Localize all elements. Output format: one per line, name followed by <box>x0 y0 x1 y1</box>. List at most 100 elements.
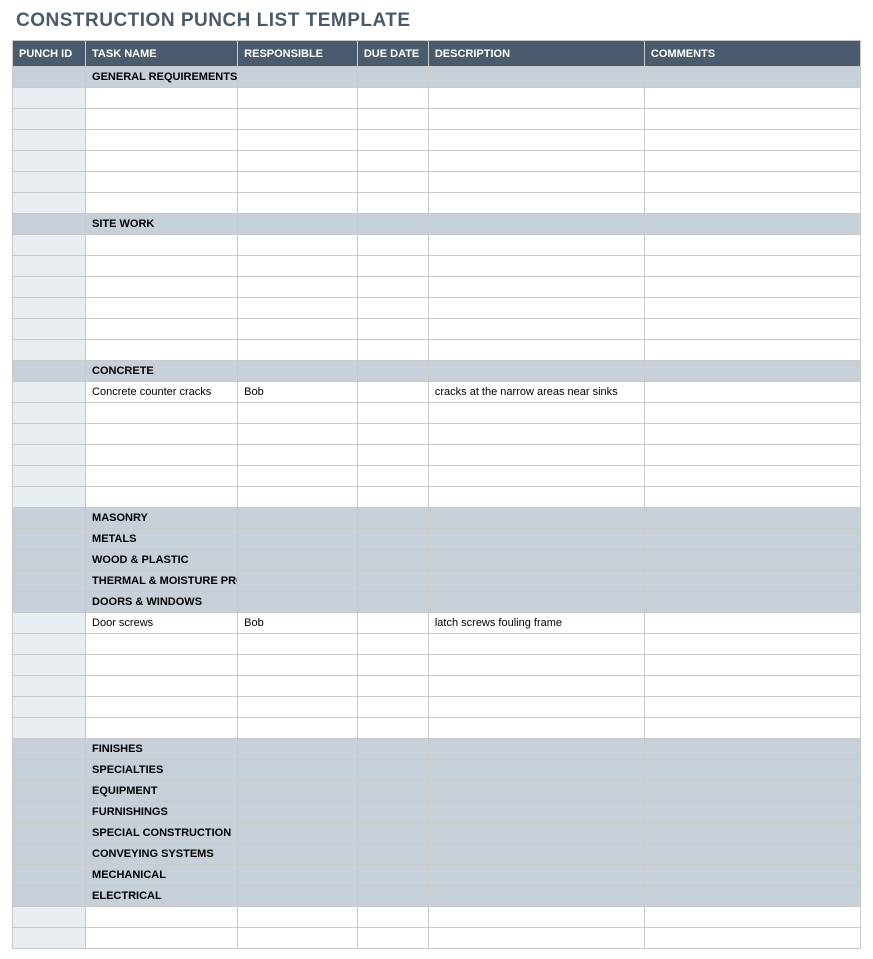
cell-comments[interactable] <box>644 193 860 214</box>
cell-due-date[interactable] <box>357 193 428 214</box>
cell-task-name[interactable]: FURNISHINGS <box>86 802 238 823</box>
cell-comments[interactable] <box>644 214 860 235</box>
cell-description[interactable] <box>428 466 644 487</box>
cell-description[interactable] <box>428 886 644 907</box>
cell-punch-id[interactable] <box>13 718 86 739</box>
cell-punch-id[interactable] <box>13 613 86 634</box>
cell-task-name[interactable] <box>86 928 238 949</box>
cell-due-date[interactable] <box>357 529 428 550</box>
cell-description[interactable] <box>428 823 644 844</box>
cell-comments[interactable] <box>644 67 860 88</box>
cell-comments[interactable] <box>644 445 860 466</box>
cell-punch-id[interactable] <box>13 277 86 298</box>
cell-task-name[interactable] <box>86 88 238 109</box>
cell-task-name[interactable] <box>86 445 238 466</box>
cell-task-name[interactable]: ELECTRICAL <box>86 886 238 907</box>
cell-comments[interactable] <box>644 340 860 361</box>
cell-comments[interactable] <box>644 130 860 151</box>
cell-description[interactable] <box>428 592 644 613</box>
cell-due-date[interactable] <box>357 802 428 823</box>
cell-description[interactable] <box>428 403 644 424</box>
cell-responsible[interactable] <box>238 424 358 445</box>
cell-responsible[interactable] <box>238 697 358 718</box>
cell-responsible[interactable] <box>238 487 358 508</box>
cell-comments[interactable] <box>644 529 860 550</box>
cell-responsible[interactable] <box>238 823 358 844</box>
cell-task-name[interactable] <box>86 487 238 508</box>
cell-description[interactable] <box>428 760 644 781</box>
cell-description[interactable] <box>428 256 644 277</box>
cell-task-name[interactable] <box>86 907 238 928</box>
cell-responsible[interactable] <box>238 235 358 256</box>
cell-task-name[interactable]: SITE WORK <box>86 214 238 235</box>
cell-responsible[interactable] <box>238 781 358 802</box>
cell-task-name[interactable] <box>86 298 238 319</box>
cell-comments[interactable] <box>644 718 860 739</box>
cell-punch-id[interactable] <box>13 550 86 571</box>
cell-task-name[interactable] <box>86 655 238 676</box>
cell-responsible[interactable] <box>238 88 358 109</box>
cell-description[interactable] <box>428 802 644 823</box>
cell-description[interactable] <box>428 676 644 697</box>
cell-responsible[interactable] <box>238 802 358 823</box>
cell-comments[interactable] <box>644 487 860 508</box>
cell-responsible[interactable] <box>238 739 358 760</box>
cell-punch-id[interactable] <box>13 151 86 172</box>
cell-due-date[interactable] <box>357 424 428 445</box>
cell-punch-id[interactable] <box>13 298 86 319</box>
cell-responsible[interactable]: Bob <box>238 613 358 634</box>
cell-task-name[interactable] <box>86 193 238 214</box>
cell-responsible[interactable] <box>238 508 358 529</box>
cell-responsible[interactable] <box>238 172 358 193</box>
cell-task-name[interactable] <box>86 256 238 277</box>
cell-comments[interactable] <box>644 697 860 718</box>
cell-comments[interactable] <box>644 172 860 193</box>
cell-task-name[interactable]: Concrete counter cracks <box>86 382 238 403</box>
cell-punch-id[interactable] <box>13 445 86 466</box>
cell-responsible[interactable] <box>238 361 358 382</box>
cell-punch-id[interactable] <box>13 676 86 697</box>
cell-comments[interactable] <box>644 613 860 634</box>
cell-task-name[interactable] <box>86 676 238 697</box>
cell-punch-id[interactable] <box>13 109 86 130</box>
cell-task-name[interactable]: GENERAL REQUIREMENTS <box>86 67 238 88</box>
cell-due-date[interactable] <box>357 445 428 466</box>
cell-comments[interactable] <box>644 571 860 592</box>
cell-responsible[interactable] <box>238 676 358 697</box>
cell-task-name[interactable] <box>86 172 238 193</box>
cell-due-date[interactable] <box>357 319 428 340</box>
cell-comments[interactable] <box>644 865 860 886</box>
cell-comments[interactable] <box>644 550 860 571</box>
cell-description[interactable] <box>428 67 644 88</box>
cell-comments[interactable] <box>644 88 860 109</box>
cell-comments[interactable] <box>644 844 860 865</box>
cell-due-date[interactable] <box>357 361 428 382</box>
cell-comments[interactable] <box>644 256 860 277</box>
cell-task-name[interactable] <box>86 151 238 172</box>
cell-punch-id[interactable] <box>13 928 86 949</box>
cell-description[interactable]: latch screws fouling frame <box>428 613 644 634</box>
cell-comments[interactable] <box>644 928 860 949</box>
cell-task-name[interactable]: WOOD & PLASTIC <box>86 550 238 571</box>
cell-responsible[interactable] <box>238 865 358 886</box>
cell-comments[interactable] <box>644 235 860 256</box>
cell-punch-id[interactable] <box>13 235 86 256</box>
cell-description[interactable] <box>428 319 644 340</box>
cell-punch-id[interactable] <box>13 634 86 655</box>
cell-task-name[interactable] <box>86 634 238 655</box>
cell-due-date[interactable] <box>357 382 428 403</box>
cell-comments[interactable] <box>644 634 860 655</box>
cell-due-date[interactable] <box>357 844 428 865</box>
cell-comments[interactable] <box>644 466 860 487</box>
cell-description[interactable] <box>428 697 644 718</box>
cell-due-date[interactable] <box>357 907 428 928</box>
cell-comments[interactable] <box>644 823 860 844</box>
cell-responsible[interactable] <box>238 928 358 949</box>
cell-due-date[interactable] <box>357 88 428 109</box>
cell-comments[interactable] <box>644 655 860 676</box>
cell-punch-id[interactable] <box>13 340 86 361</box>
cell-task-name[interactable]: FINISHES <box>86 739 238 760</box>
cell-comments[interactable] <box>644 424 860 445</box>
cell-punch-id[interactable] <box>13 886 86 907</box>
cell-description[interactable] <box>428 172 644 193</box>
